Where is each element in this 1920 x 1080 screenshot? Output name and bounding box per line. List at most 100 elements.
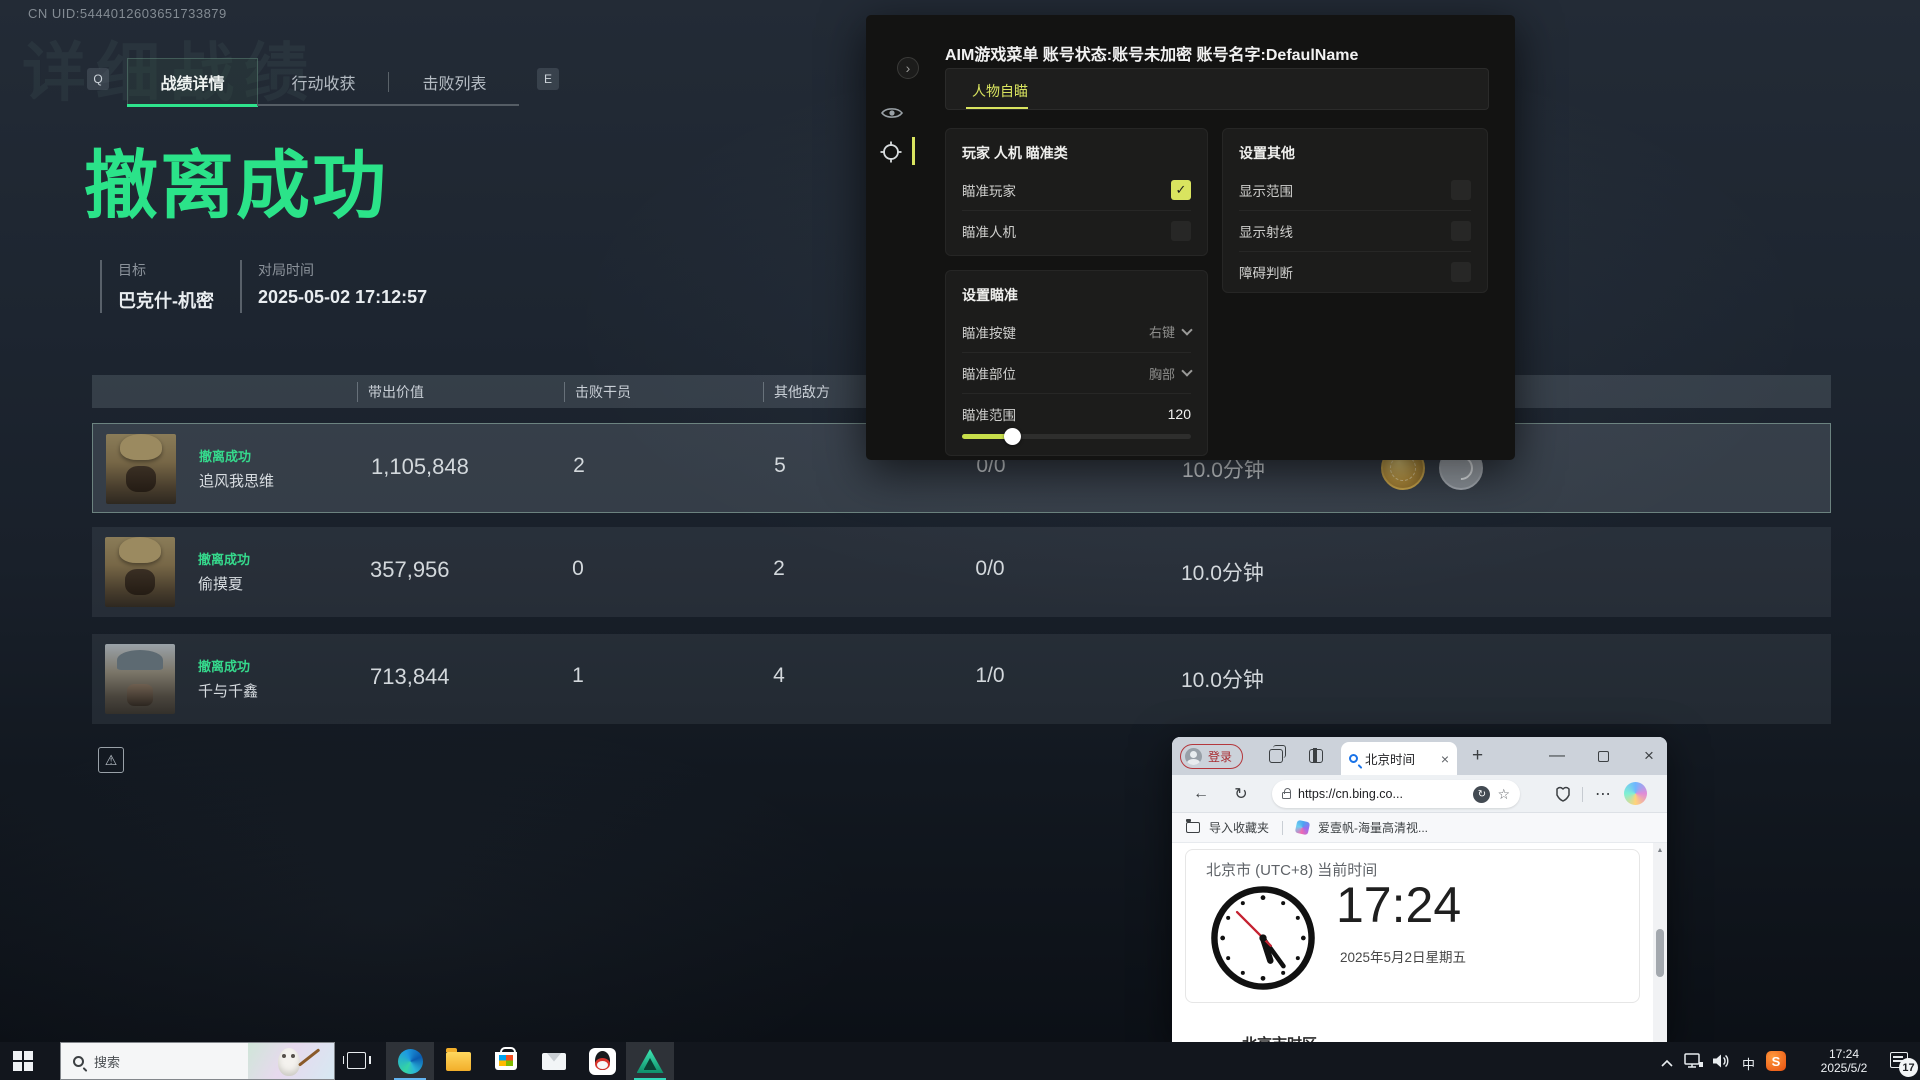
close-window-button[interactable]: × [1639,746,1659,766]
card-aim-settings: 设置瞄准 瞄准按键 右键 瞄准部位 胸部 瞄准范围 120 [945,270,1208,456]
taskbar-file-explorer[interactable] [434,1042,482,1080]
row-status: 撤离成功 [198,656,250,675]
url-text[interactable]: https://cn.bing.co... [1298,787,1466,801]
taskbar-store[interactable] [482,1042,530,1080]
bing-rewards-icon[interactable]: ↻ [1473,786,1490,803]
crosshair-icon[interactable] [880,141,902,168]
search-highlight-image[interactable] [248,1042,334,1080]
store-icon [495,1052,517,1070]
row-duration: 10.0分钟 [1181,664,1264,694]
new-tab-button[interactable]: + [1472,745,1483,767]
browser-titlebar: 登录 北京时间 × + — × [1172,737,1667,775]
aim-key-dropdown[interactable]: 右键 [1149,322,1191,341]
browser-essentials-icon[interactable] [1552,783,1574,805]
chevron-down-icon [1181,324,1192,335]
avatar [105,537,175,607]
menu-row-obstacle-check[interactable]: 障碍判断 [1239,251,1471,292]
menu-row-aim-bots[interactable]: 瞄准人机 [962,210,1191,251]
header-other-enemies: 其他敌方 [763,382,830,402]
menu-row-show-ray[interactable]: 显示射线 [1239,210,1471,251]
row-label: 瞄准人机 [962,221,1016,241]
row-other-enemies: 5 [760,454,800,478]
task-view-button[interactable] [347,1052,366,1069]
row-player-name: 偷摸夏 [198,573,243,594]
row-kills: 2 [559,454,599,478]
row-label: 瞄准范围 [962,404,1016,424]
row-carry-value: 713,844 [370,664,450,690]
tab-preview-icon[interactable] [1306,746,1326,766]
favorite-star-icon[interactable]: ☆ [1497,786,1510,803]
page-title: 撤离成功 [84,126,388,233]
close-icon[interactable]: × [1441,751,1449,767]
browser-tab-active[interactable]: 北京时间 × [1341,742,1457,775]
slider-thumb[interactable] [1004,428,1021,445]
menu-row-aim-part[interactable]: 瞄准部位 胸部 [962,352,1191,393]
taskbar-edge[interactable] [386,1042,434,1080]
scroll-up-icon[interactable]: ▲ [1657,847,1664,854]
browser-scrollbar[interactable]: ▲ [1653,843,1667,1042]
menu-tab-aimbot[interactable]: 人物自瞄 [972,81,1028,101]
bookmark-import-favorites[interactable]: 导入收藏夹 [1209,819,1269,836]
row-kd: 1/0 [960,664,1020,688]
bookmark-site[interactable]: 爱壹帆-海量高清视... [1318,819,1428,836]
table-row[interactable]: 撤离成功 偷摸夏 357,956 0 2 0/0 10.0分钟 [92,527,1831,617]
mail-icon [542,1053,566,1070]
row-carry-value: 357,956 [370,557,450,583]
info-time-value: 2025-05-02 17:12:57 [258,287,427,308]
taskbar-qq[interactable] [578,1042,626,1080]
tab-battle-detail[interactable]: 战绩详情 [127,58,258,106]
row-label: 显示射线 [1239,221,1293,241]
checkbox-unchecked[interactable] [1451,180,1471,200]
row-label: 障碍判断 [1239,262,1293,282]
ime-indicator[interactable]: 中 [1742,1054,1755,1073]
checkbox-unchecked[interactable] [1451,262,1471,282]
info-target: 目标 巴克什-机密 [100,260,214,313]
minimize-button[interactable]: — [1547,746,1567,766]
table-row[interactable]: 撤离成功 千与千鑫 713,844 1 4 1/0 10.0分钟 [92,634,1831,724]
address-bar[interactable]: https://cn.bing.co... ↻ ☆ [1272,780,1520,808]
menu-title: AIM游戏菜单 账号状态:账号未加密 账号名字:DefaulName [945,41,1358,65]
menu-row-show-range[interactable]: 显示范围 [1239,169,1471,210]
bookmark-site-icon [1295,820,1310,835]
edge-browser-window: 登录 北京时间 × + — × ← ↻ https://cn.bing.co..… [1172,737,1667,1042]
tray-chevron-icon[interactable] [1660,1055,1674,1073]
dropdown-value: 胸部 [1149,364,1175,383]
info-time-label: 对局时间 [258,260,427,280]
tab-action-gains[interactable]: 行动收获 [258,58,389,106]
checkbox-unchecked[interactable] [1451,221,1471,241]
taskbar-clock[interactable]: 17:24 2025/5/2 [1800,1047,1888,1075]
network-icon[interactable] [1684,1053,1704,1074]
row-kills: 0 [558,557,598,581]
workspaces-icon[interactable] [1266,746,1286,766]
back-icon[interactable]: ← [1190,783,1212,805]
tab-kill-list[interactable]: 击败列表 [389,58,520,106]
copilot-icon[interactable] [1624,782,1647,805]
sogou-input-icon[interactable]: S [1766,1051,1786,1071]
signin-button[interactable]: 登录 [1180,744,1243,769]
start-button[interactable] [13,1051,33,1071]
menu-row-aim-players[interactable]: 瞄准玩家 ✓ [962,169,1191,210]
aim-range-slider[interactable] [962,434,1191,439]
card-aim-settings-title: 设置瞄准 [962,285,1018,305]
browser-toolbar: ← ↻ https://cn.bing.co... ↻ ☆ ⋯ [1172,775,1667,813]
taskbar-game[interactable] [626,1042,674,1080]
row-kills: 1 [558,664,598,688]
maximize-button[interactable] [1593,746,1613,766]
menu-collapse-button[interactable]: › [897,57,919,79]
refresh-icon[interactable]: ↻ [1230,783,1252,805]
folder-icon [446,1052,471,1071]
scrollbar-thumb[interactable] [1656,929,1664,977]
more-menu-icon[interactable]: ⋯ [1592,783,1614,805]
checkbox-checked[interactable]: ✓ [1171,180,1191,200]
row-carry-value: 1,105,848 [371,454,469,480]
lock-icon [1282,792,1291,799]
checkbox-unchecked[interactable] [1171,221,1191,241]
taskbar-search-box[interactable]: 搜索 [60,1042,335,1080]
taskbar-mail[interactable] [530,1042,578,1080]
row-duration: 10.0分钟 [1181,557,1264,587]
aim-part-dropdown[interactable]: 胸部 [1149,364,1191,383]
menu-row-aim-key[interactable]: 瞄准按键 右键 [962,311,1191,352]
volume-icon[interactable] [1712,1053,1730,1074]
menu-tab-underline [966,107,1028,109]
eye-icon[interactable] [880,105,904,126]
